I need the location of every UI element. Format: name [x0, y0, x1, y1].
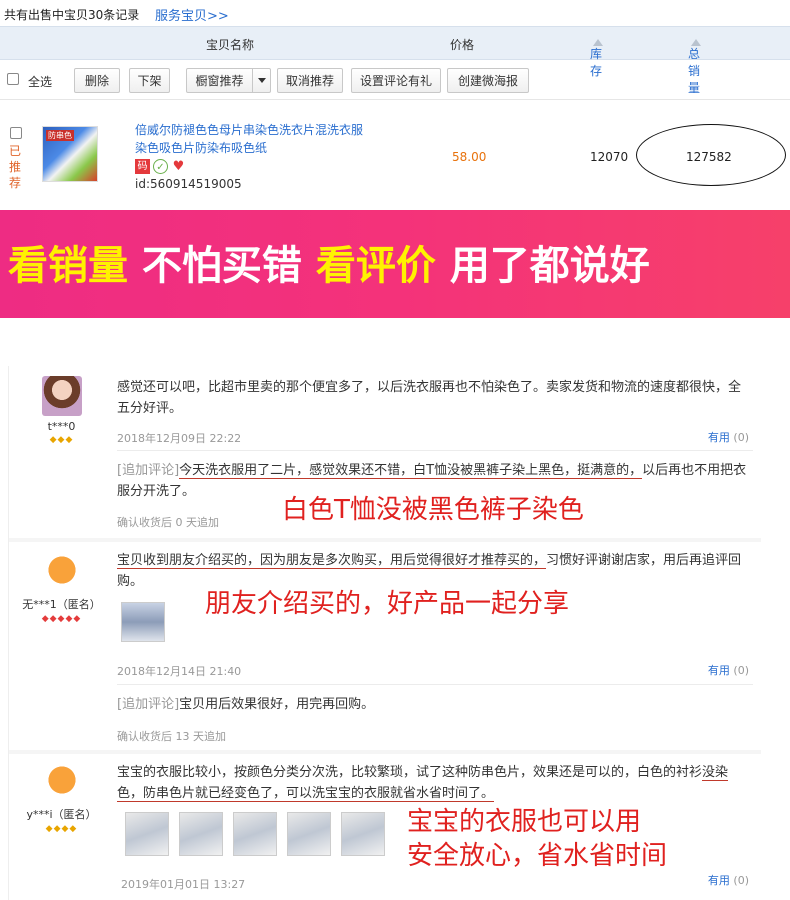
select-all-label[interactable]: 全选: [28, 73, 52, 90]
window-recommend-label: 橱窗推荐: [195, 74, 244, 88]
thumbnail-label: 防串色: [46, 130, 74, 141]
unlist-button[interactable]: 下架: [129, 68, 170, 93]
diamond-level-icon: ◆◆◆: [49, 435, 74, 445]
review-text: 宝宝的衣服比较小，按颜色分类分次洗，比较繁琐，试了这种防串色片，效果还是可以的，…: [117, 762, 753, 804]
callout-text: 白色T恤没被黑色裤子染色: [282, 495, 584, 525]
reviewer-info: 无***1（匿名） ◆◆◆◆◆: [9, 552, 114, 624]
useful-count: (0): [733, 431, 749, 444]
review-photo[interactable]: [287, 812, 331, 856]
diamond-level-icon: ◆◆◆◆◆: [41, 614, 82, 624]
review-photo[interactable]: [125, 812, 169, 856]
column-total-sales[interactable]: 总销量: [688, 36, 701, 95]
useful-label: 有用: [707, 664, 730, 677]
review-list: t***0 ◆◆◆ 感觉还可以吧，比超市里卖的那个便宜多了，以后洗衣服再也不怕染…: [8, 366, 761, 900]
delete-button[interactable]: 删除: [74, 68, 120, 93]
review-date: 2019年01月01日 13:27: [121, 878, 246, 891]
select-all-checkbox[interactable]: [7, 73, 19, 85]
useful-count: (0): [733, 874, 749, 887]
callout-text: 宝宝的衣服也可以用: [407, 807, 642, 837]
banner-slogan: 看销量 不怕买错 看评价 用了都说好: [8, 242, 788, 290]
review-text-part: 宝宝的衣服比较小，按颜色分类分次洗，比较繁琐，试了这种防串色片，效果还是可以的，…: [117, 765, 703, 780]
useful-button[interactable]: 有用 (0): [708, 662, 749, 678]
column-stock[interactable]: 库存: [590, 36, 603, 78]
callout-text: 朋友介绍买的，好产品一起分享: [205, 589, 570, 619]
item-checkbox[interactable]: [10, 127, 22, 139]
review-separator: [9, 750, 761, 754]
useful-count: (0): [733, 664, 749, 677]
reviewer-info: t***0 ◆◆◆: [9, 376, 114, 445]
additional-review: [追加评论]宝贝用后效果很好，用完再回购。: [117, 694, 753, 715]
review-photo[interactable]: [121, 602, 165, 642]
additional-review-text: 宝贝用后效果很好，用完再回购。: [179, 697, 375, 712]
column-item-name: 宝贝名称: [206, 38, 255, 52]
additional-review-tag: [追加评论]: [117, 697, 180, 712]
avatar: [41, 376, 82, 416]
item-stock: 12070: [590, 150, 629, 164]
useful-label: 有用: [707, 431, 730, 444]
divider: [117, 684, 753, 685]
window-recommend-button[interactable]: 橱窗推荐: [186, 68, 271, 93]
sales-highlight-circle: [636, 124, 786, 186]
banner-text-4: 用了都说好: [449, 243, 650, 289]
banner-text-2: 不怕买错: [141, 243, 302, 289]
item-id: id:560914519005: [135, 177, 242, 191]
divider: [117, 450, 753, 451]
additional-review-tag: [追加评论]: [117, 463, 180, 478]
avatar: [41, 552, 82, 592]
reviewer-info: y***i（匿名） ◆◆◆◆: [9, 762, 114, 834]
useful-button[interactable]: 有用 (0): [708, 429, 749, 445]
useful-button[interactable]: 有用 (0): [708, 872, 749, 888]
product-thumbnail[interactable]: 防串色: [42, 126, 98, 182]
table-header: 宝贝名称 价格 库存 总销量: [0, 26, 790, 95]
record-count: 共有出售中宝贝30条记录: [4, 8, 140, 22]
append-note: 确认收货后 13 天追加: [117, 730, 226, 743]
chevron-down-icon: [257, 78, 266, 83]
create-poster-button[interactable]: 创建微海报: [447, 68, 529, 93]
review-date: 2018年12月14日 21:40: [117, 665, 242, 678]
callout-text: 安全放心，省水省时间: [407, 841, 668, 871]
recommended-status: 已推荐: [9, 144, 22, 190]
review-photos: [125, 812, 385, 856]
set-review-gift-button[interactable]: 设置评论有礼: [351, 68, 441, 93]
review-text: 宝贝收到朋友介绍买的，因为朋友是多次购买，用后觉得很好才推荐买的，习惯好评谢谢店…: [117, 550, 753, 592]
review-photo[interactable]: [179, 812, 223, 856]
promo-banner: 看销量 不怕买错 看评价 用了都说好: [0, 210, 790, 318]
item-title-link[interactable]: 倍威尔防褪色色母片串染色洗衣片混洗衣服染色吸色片防染布吸色纸: [135, 121, 365, 157]
column-price: 价格: [450, 38, 475, 52]
avatar: [41, 762, 82, 802]
review-date: 2018年12月09日 22:22: [117, 432, 242, 445]
heart-badge-icon: ♥: [172, 159, 185, 174]
review-photo[interactable]: [341, 812, 385, 856]
banner-text-1: 看销量: [8, 243, 128, 289]
append-note: 确认收货后 0 天追加: [117, 516, 219, 529]
dropdown-toggle[interactable]: [252, 69, 270, 92]
additional-review-highlight: 今天洗衣服用了二片，感觉效果还不错，白T恤没被黑裤子染上黑色，挺满意的，: [179, 463, 643, 479]
item-price: 58.00: [452, 150, 487, 164]
review-separator: [9, 538, 761, 542]
reviewer-name: y***i（匿名）: [26, 808, 97, 821]
code-badge-icon: 码: [135, 159, 150, 174]
diamond-level-icon: ◆◆◆◆: [45, 824, 78, 834]
review-text: 感觉还可以吧，比超市里卖的那个便宜多了，以后洗衣服再也不怕染色了。卖家发货和物流…: [117, 380, 742, 416]
review-photo[interactable]: [233, 812, 277, 856]
action-toolbar: 全选 删除 下架 橱窗推荐 取消推荐 设置评论有礼 创建微海报: [0, 62, 790, 100]
cancel-recommend-button[interactable]: 取消推荐: [277, 68, 343, 93]
item-badges: 码 ✓ ♥: [135, 159, 186, 174]
reviewer-name: 无***1（匿名）: [22, 598, 101, 611]
banner-text-3: 看评价: [315, 243, 436, 289]
check-badge-icon: ✓: [153, 159, 168, 174]
review-item: 无***1（匿名） ◆◆◆◆◆ 宝贝收到朋友介绍买的，因为朋友是多次购买，用后觉…: [9, 544, 761, 746]
useful-label: 有用: [707, 874, 730, 887]
reviewer-name: t***0: [47, 420, 76, 433]
top-bar: 共有出售中宝贝30条记录 服务宝贝>>: [0, 0, 790, 26]
service-items-link[interactable]: 服务宝贝>>: [155, 5, 229, 24]
review-item: y***i（匿名） ◆◆◆◆ 宝宝的衣服比较小，按颜色分类分次洗，比较繁琐，试了…: [9, 756, 761, 900]
review-text-highlight: 宝贝收到朋友介绍买的，因为朋友是多次购买，用后觉得很好才推荐买的，: [117, 553, 547, 569]
review-photos: [121, 602, 165, 642]
